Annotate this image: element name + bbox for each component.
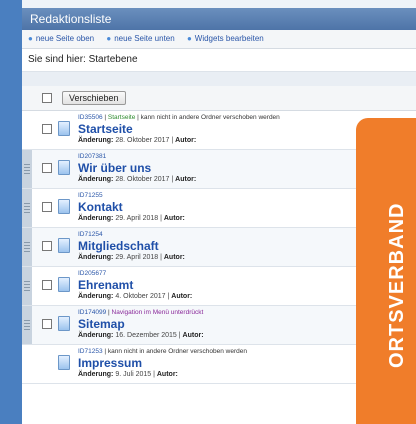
page-icon (58, 121, 70, 136)
author-label: Autor: (175, 137, 197, 144)
row-checkbox[interactable] (42, 124, 52, 134)
author-label: Autor: (156, 371, 178, 378)
change-label: Änderung: (78, 254, 114, 261)
page-status: Navigation im Menü unterdrückt (111, 309, 204, 316)
change-date: 16. Dezember 2015 (115, 332, 177, 339)
change-date: 4. Oktober 2017 (115, 293, 166, 300)
row-checkbox[interactable] (42, 241, 52, 251)
change-label: Änderung: (78, 332, 114, 339)
row-checkbox[interactable] (42, 280, 52, 290)
banner-text: ORTSVERBAND (386, 202, 408, 368)
change-label: Änderung: (78, 215, 114, 222)
page-id: ID71254 (78, 231, 103, 238)
page-icon (58, 160, 70, 175)
edit-widgets-label: Widgets bearbeiten (194, 34, 264, 43)
drag-handle[interactable] (22, 189, 32, 227)
author-label: Autor: (182, 332, 204, 339)
new-page-bottom-label: neue Seite unten (114, 34, 175, 43)
drag-handle[interactable] (22, 228, 32, 266)
breadcrumb: Sie sind hier: Startebene (22, 49, 416, 72)
ortsverband-banner: ORTSVERBAND (356, 118, 416, 424)
bullet-icon: ● (28, 34, 33, 43)
row-checkbox[interactable] (42, 163, 52, 173)
new-page-top-link[interactable]: ● neue Seite oben (28, 34, 94, 43)
change-label: Änderung: (78, 137, 114, 144)
author-label: Autor: (175, 176, 197, 183)
action-bar: Verschieben (22, 86, 416, 111)
bullet-icon: ● (186, 34, 192, 43)
author-label: Autor: (163, 254, 185, 261)
new-page-top-label: neue Seite oben (35, 34, 95, 43)
page-icon (58, 355, 70, 370)
page-id: ID71253 (78, 348, 103, 355)
page-note: kann nicht in andere Ordner verschoben w… (140, 114, 280, 121)
change-date: 28. Oktober 2017 (115, 137, 170, 144)
change-date: 29. April 2018 (115, 215, 159, 222)
page-id: ID71255 (78, 192, 103, 199)
toolbar: ● neue Seite oben ● neue Seite unten ● Widg… (22, 30, 416, 49)
row-checkbox[interactable] (42, 202, 52, 212)
change-date: 28. Oktober 2017 (115, 176, 170, 183)
change-label: Änderung: (78, 293, 114, 300)
select-all-checkbox[interactable] (42, 93, 52, 103)
page-note: kann nicht in andere Ordner verschoben w… (107, 348, 248, 355)
page-id: ID205677 (78, 270, 107, 277)
spacer (22, 72, 416, 86)
drag-handle[interactable] (22, 150, 32, 188)
change-label: Änderung: (78, 176, 114, 183)
drag-handle[interactable] (22, 267, 32, 305)
page-id: ID35506 (78, 114, 103, 121)
author-label: Autor: (171, 293, 193, 300)
row-checkbox[interactable] (42, 319, 52, 329)
page-status: Startseite (107, 114, 136, 121)
move-button[interactable]: Verschieben (62, 91, 126, 105)
bullet-icon: ● (106, 34, 112, 43)
author-label: Autor: (163, 215, 185, 222)
page-id: ID207381 (78, 153, 107, 160)
page-icon (58, 238, 70, 253)
page-icon (58, 277, 70, 292)
page-icon (58, 199, 70, 214)
top-strip (22, 0, 416, 8)
window-title: Redaktionsliste (22, 8, 416, 30)
page-id: ID174099 (78, 309, 107, 316)
change-label: Änderung: (78, 371, 114, 378)
new-page-bottom-link[interactable]: ● neue Seite unten (106, 34, 174, 43)
change-date: 9. Juli 2015 (115, 371, 152, 378)
edit-widgets-link[interactable]: ● Widgets bearbeiten (187, 34, 264, 43)
page-icon (58, 316, 70, 331)
change-date: 29. April 2018 (115, 254, 159, 261)
drag-handle[interactable] (22, 306, 32, 344)
